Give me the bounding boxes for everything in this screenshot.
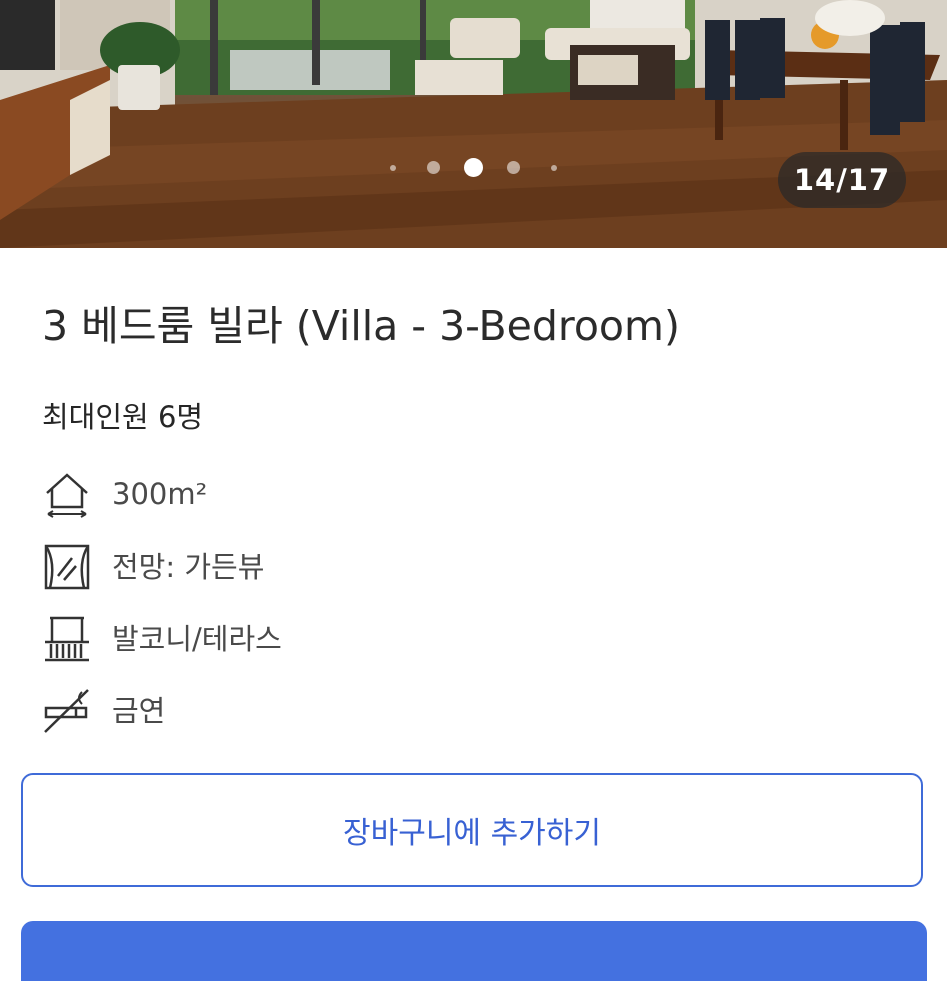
area-house-icon xyxy=(46,473,88,518)
amenity-label: 300m² xyxy=(112,477,208,511)
add-to-cart-button[interactable]: 장바구니에 추가하기 xyxy=(21,773,923,887)
room-title: 3 베드룸 빌라 (Villa - 3-Bedroom) xyxy=(42,302,680,350)
carousel-dot[interactable] xyxy=(390,165,396,171)
balcony-icon xyxy=(45,616,89,662)
room-photo-carousel[interactable]: 14/17 xyxy=(0,0,947,248)
amenity-label: 금연 xyxy=(112,694,166,728)
carousel-dot[interactable] xyxy=(551,165,557,171)
amenity-label: 전망: 가든뷰 xyxy=(112,550,265,584)
max-occupancy: 최대인원 6명 xyxy=(42,400,204,434)
carousel-dot[interactable] xyxy=(507,161,520,174)
amenity-balcony: 발코니/테라스 xyxy=(42,614,642,666)
photo-counter-badge: 14/17 xyxy=(778,152,906,208)
add-to-cart-label: 장바구니에 추가하기 xyxy=(343,816,601,851)
amenity-view: 전망: 가든뷰 xyxy=(42,542,642,594)
room-photo xyxy=(0,0,947,248)
carousel-dot-active[interactable] xyxy=(464,158,483,177)
amenity-label: 발코니/테라스 xyxy=(112,622,282,656)
window-view-icon xyxy=(44,544,90,590)
amenity-area: 300m² xyxy=(42,469,642,521)
primary-action-button[interactable] xyxy=(21,921,927,981)
no-smoking-icon xyxy=(44,689,89,733)
amenity-no-smoking: 금연 xyxy=(42,686,642,738)
carousel-dot[interactable] xyxy=(427,161,440,174)
